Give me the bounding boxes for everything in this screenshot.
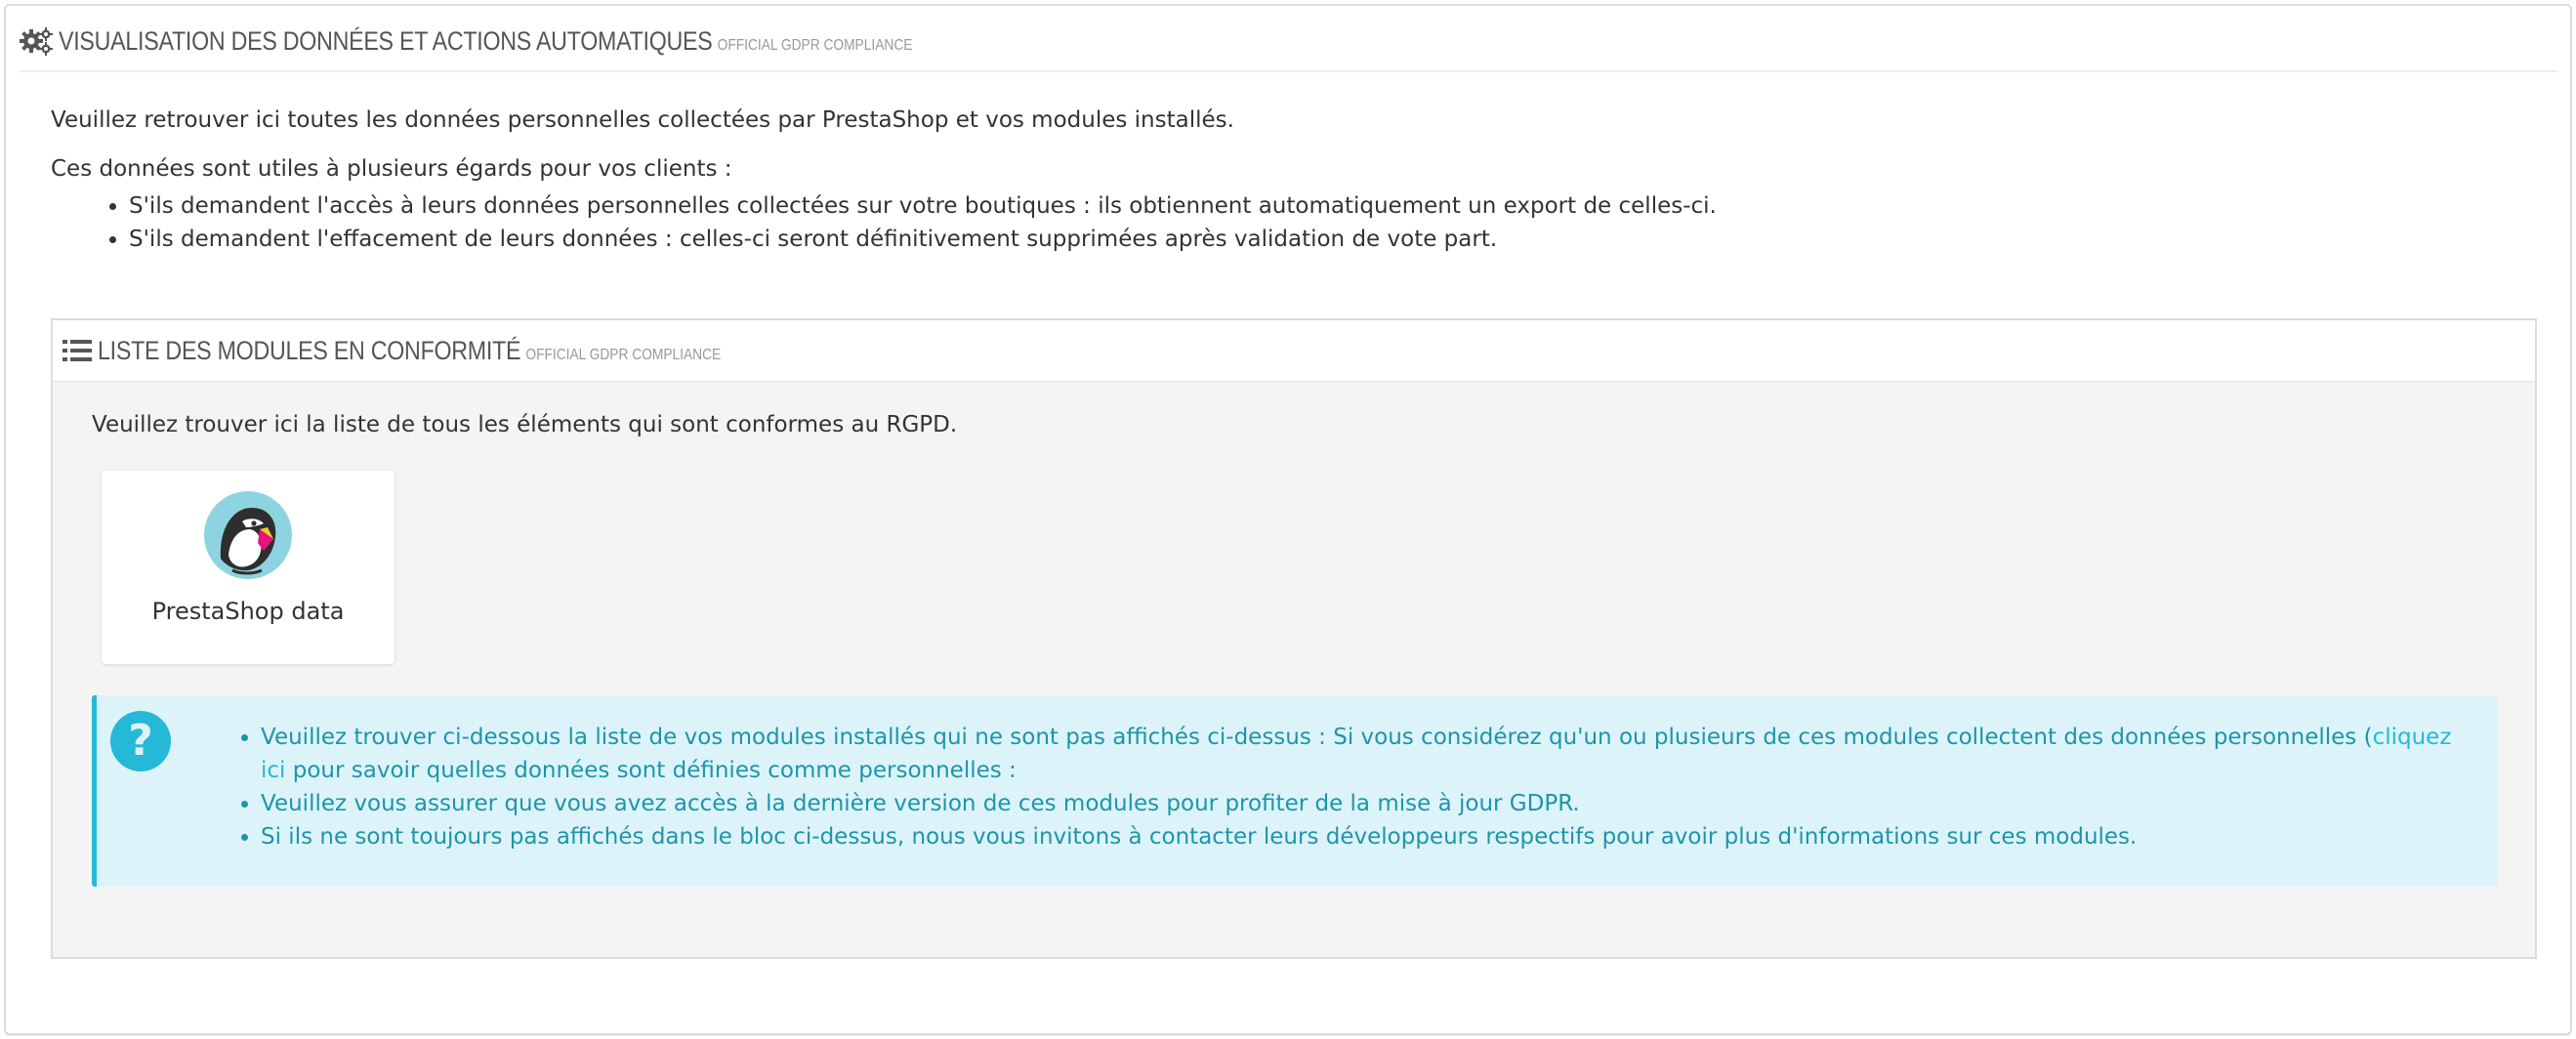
modules-panel-subtitle: OFFICIAL GDPR COMPLIANCE [525,346,722,363]
question-icon: ? [110,711,171,771]
uses-heading: Ces données sont utiles à plusieurs égar… [51,156,732,182]
compliant-modules-panel: LISTE DES MODULES EN CONFORMITÉ OFFICIAL … [51,318,2537,959]
intro-section: Veuillez retrouver ici toutes les donnée… [51,104,1717,256]
panel-header: VISUALISATION DES DONNÉES ET ACTIONS AUT… [20,12,2558,72]
alert-item-text: Veuillez trouver ci-dessous la liste de … [261,725,2373,750]
panel-title-text: VISUALISATION DES DONNÉES ET ACTIONS AUT… [59,25,713,56]
module-card-prestashop-data[interactable]: PrestaShop data [102,471,395,664]
list-item: Veuillez trouver ci-dessous la liste de … [261,721,2460,787]
alert-list: Veuillez trouver ci-dessous la liste de … [214,721,2460,853]
info-alert: ? Veuillez trouver ci-dessous la liste d… [92,695,2498,887]
prestashop-puffin-logo [204,491,292,579]
intro-text: Veuillez retrouver ici toutes les donnée… [51,107,1234,133]
panel-subtitle: OFFICIAL GDPR COMPLIANCE [717,36,913,54]
list-item: Veuillez vous assurer que vous avez accè… [261,787,2460,820]
modules-panel-header: LISTE DES MODULES EN CONFORMITÉ OFFICIAL … [53,320,2535,383]
uses-list: S'ils demandent l'accès à leurs données … [51,189,1717,256]
data-visualisation-panel: VISUALISATION DES DONNÉES ET ACTIONS AUT… [4,4,2572,1035]
list-item: S'ils demandent l'effacement de leurs do… [129,223,1717,256]
gears-icon [20,26,53,56]
modules-description: Veuillez trouver ici la liste de tous le… [92,412,958,437]
list-icon [62,338,92,363]
modules-panel-title-text: LISTE DES MODULES EN CONFORMITÉ [98,335,521,365]
list-item: S'ils demandent l'accès à leurs données … [129,189,1717,223]
alert-item-suffix: pour savoir quelles données sont définie… [285,758,1017,783]
modules-panel-title: LISTE DES MODULES EN CONFORMITÉ OFFICIAL … [98,336,721,366]
module-name: PrestaShop data [151,598,345,625]
panel-title: VISUALISATION DES DONNÉES ET ACTIONS AUT… [59,26,912,57]
list-item: Si ils ne sont toujours pas affichés dan… [261,820,2460,853]
